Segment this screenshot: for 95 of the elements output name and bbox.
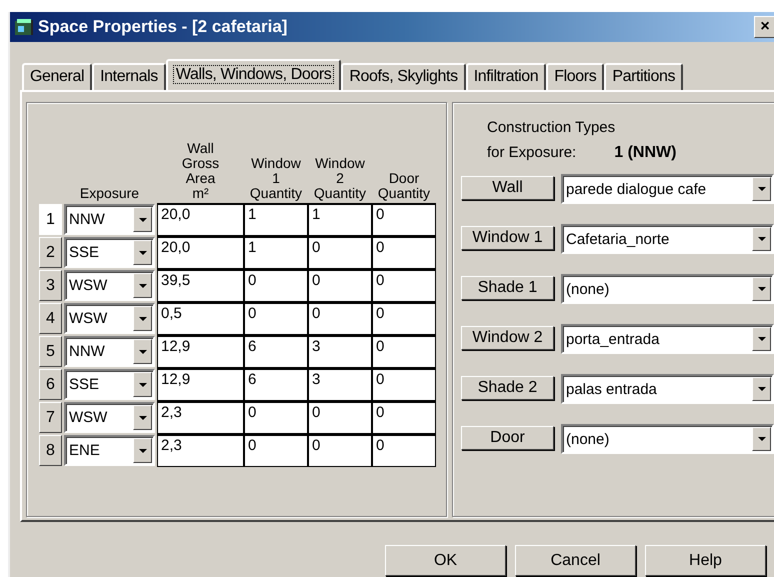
table-cell[interactable]: 0: [308, 434, 372, 467]
construction-dropdown[interactable]: (none): [561, 274, 774, 304]
table-cell[interactable]: 0: [372, 203, 436, 236]
dropdown-arrow-icon: [138, 382, 146, 386]
table-cell[interactable]: 12,9: [157, 335, 244, 368]
tab[interactable]: Walls, Windows, Doors: [166, 59, 342, 90]
table-cell[interactable]: 0: [308, 269, 372, 302]
table-cell[interactable]: 3: [308, 335, 372, 368]
table-cell[interactable]: 0: [372, 434, 436, 467]
construction-button[interactable]: Wall: [461, 176, 554, 200]
tab[interactable]: Floors: [546, 63, 604, 90]
tab[interactable]: Internals: [92, 63, 166, 90]
table-cell[interactable]: 0: [372, 368, 436, 401]
exposure-dropdown[interactable]: WSW: [64, 270, 155, 301]
construction-button[interactable]: Shade 1: [461, 276, 554, 300]
dropdown-arrow-icon: [758, 287, 766, 291]
construction-dropdown[interactable]: porta_entrada: [561, 324, 774, 354]
tab[interactable]: General: [22, 63, 92, 90]
construction-dropdown[interactable]: palas entrada: [561, 374, 774, 404]
exposure-dropdown[interactable]: SSE: [64, 369, 155, 400]
table-cell[interactable]: 0: [308, 236, 372, 269]
tab[interactable]: Roofs, Skylights: [341, 63, 466, 90]
dropdown-arrow-icon: [138, 416, 146, 420]
app-icon: [14, 18, 34, 36]
construction-button[interactable]: Window 1: [461, 226, 554, 250]
construction-button[interactable]: Door: [461, 426, 554, 450]
row-header[interactable]: 2: [39, 237, 62, 268]
dropdown-arrow-icon: [758, 187, 766, 191]
exposure-dropdown[interactable]: WSW: [64, 402, 155, 433]
table-cell[interactable]: 0: [372, 236, 436, 269]
exposure-dropdown[interactable]: WSW: [64, 303, 155, 334]
row-header[interactable]: 4: [39, 303, 62, 334]
table-cell[interactable]: 39,5: [157, 269, 244, 302]
table-cell[interactable]: 1: [308, 203, 372, 236]
row-header[interactable]: 5: [39, 336, 62, 367]
dropdown-arrow-icon: [758, 387, 766, 391]
table-cell[interactable]: 0: [372, 401, 436, 434]
table-cell[interactable]: 12,9: [157, 368, 244, 401]
dropdown-arrow-icon: [138, 350, 146, 354]
construction-heading: Construction Types: [486, 119, 616, 136]
construction-button[interactable]: Window 2: [461, 326, 554, 350]
exposure-dropdown[interactable]: SSE: [64, 237, 155, 268]
table-cell[interactable]: 1: [244, 203, 308, 236]
dropdown-arrow-icon: [138, 448, 146, 452]
row-header[interactable]: 6: [39, 369, 62, 400]
table-cell[interactable]: 20,0: [157, 203, 244, 236]
column-header: Window 2 Quantity: [312, 156, 368, 203]
table-cell[interactable]: 1: [244, 236, 308, 269]
table-cell[interactable]: 0: [244, 401, 308, 434]
column-header: Wall Gross Area m²: [180, 141, 220, 203]
table-cell[interactable]: 0: [372, 269, 436, 302]
dropdown-arrow-icon: [758, 337, 766, 341]
dropdown-arrow-icon: [138, 316, 146, 320]
table-cell[interactable]: 0: [308, 302, 372, 335]
table-cell[interactable]: 20,0: [157, 236, 244, 269]
table-cell[interactable]: 0: [372, 302, 436, 335]
table-cell[interactable]: 0: [372, 335, 436, 368]
table-cell[interactable]: 3: [308, 368, 372, 401]
table-cell[interactable]: 0,5: [157, 302, 244, 335]
construction-dropdown[interactable]: parede dialogue cafe: [561, 174, 774, 204]
dropdown-arrow-icon: [758, 437, 766, 441]
column-header: Window 1 Quantity: [248, 156, 304, 203]
table-cell[interactable]: 2,3: [157, 434, 244, 467]
tab[interactable]: Partitions: [604, 63, 684, 90]
tab[interactable]: Infiltration: [466, 63, 546, 90]
column-header: Exposure: [78, 186, 140, 203]
row-header[interactable]: 8: [39, 435, 62, 466]
construction-button[interactable]: Shade 2: [461, 376, 554, 400]
table-cell[interactable]: 2,3: [157, 401, 244, 434]
table-cell[interactable]: 0: [244, 302, 308, 335]
dropdown-arrow-icon: [138, 250, 146, 254]
dialog-button[interactable]: Help: [645, 545, 766, 576]
dropdown-arrow-icon: [138, 218, 146, 222]
row-header[interactable]: 1: [39, 204, 62, 235]
dialog-button[interactable]: Cancel: [515, 545, 636, 576]
window-title: Space Properties - [2 cafetaria]: [38, 17, 288, 37]
row-header[interactable]: 3: [39, 270, 62, 301]
dropdown-arrow-icon: [138, 284, 146, 288]
exposure-dropdown[interactable]: ENE: [64, 435, 155, 466]
table-cell[interactable]: 6: [244, 335, 308, 368]
table-cell[interactable]: 0: [308, 401, 372, 434]
construction-dropdown[interactable]: Cafetaria_norte: [561, 224, 774, 254]
close-button[interactable]: ×: [754, 16, 774, 38]
exposure-dropdown[interactable]: NNW: [64, 336, 155, 367]
table-cell[interactable]: 0: [244, 434, 308, 467]
exposure-label: for Exposure:: [487, 144, 576, 162]
construction-dropdown[interactable]: (none): [561, 424, 774, 454]
table-cell[interactable]: 0: [244, 269, 308, 302]
dialog-button[interactable]: OK: [385, 545, 506, 576]
exposure-value: 1 (NNW): [614, 144, 676, 162]
column-header: Door Quantity: [376, 171, 432, 203]
table-cell[interactable]: 6: [244, 368, 308, 401]
row-header[interactable]: 7: [39, 402, 62, 433]
exposure-dropdown[interactable]: NNW: [64, 204, 155, 235]
dropdown-arrow-icon: [758, 237, 766, 241]
